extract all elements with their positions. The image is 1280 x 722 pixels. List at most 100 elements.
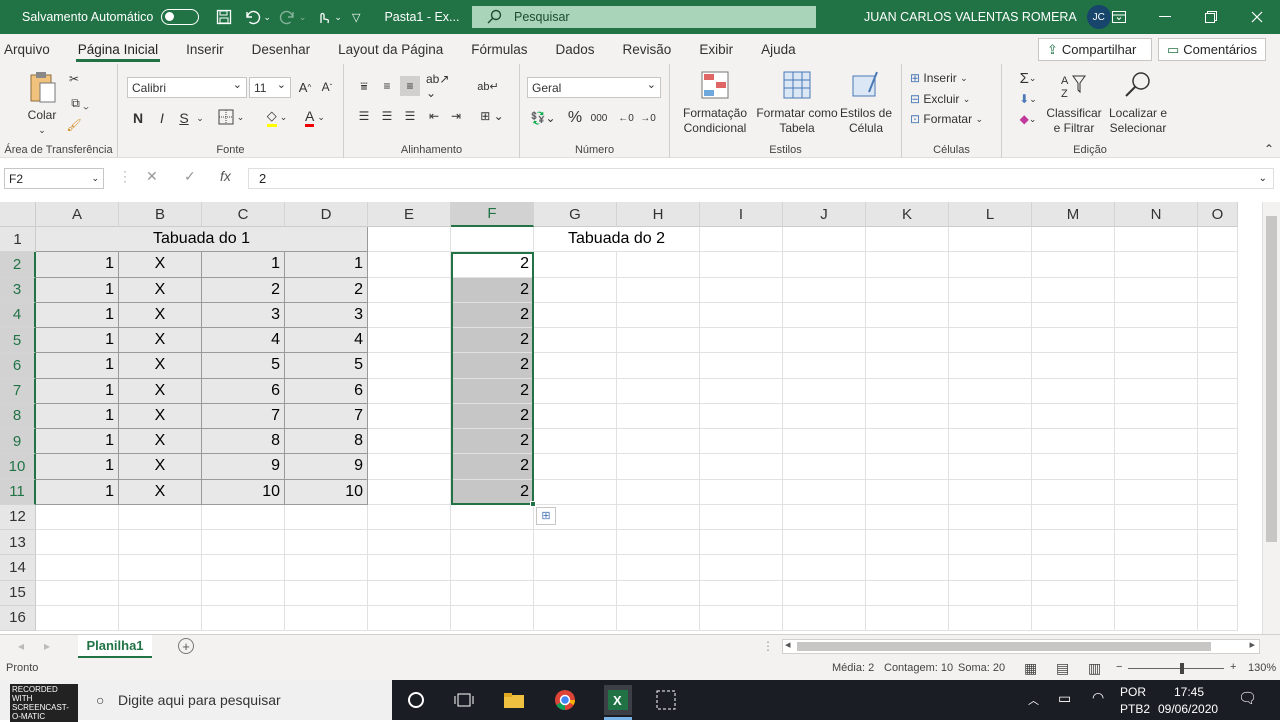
cell-b4[interactable]: X — [119, 302, 202, 328]
cell-n5[interactable] — [1115, 328, 1198, 354]
font-size-dropdown[interactable]: 11 — [249, 77, 291, 98]
tab-dados[interactable]: Dados — [542, 34, 609, 64]
prev-sheet-icon[interactable]: ◂ — [18, 639, 24, 653]
cell-o4[interactable] — [1198, 302, 1238, 328]
cell-i6[interactable] — [700, 353, 783, 379]
cell-g9[interactable] — [534, 429, 617, 455]
share-button[interactable]: ⇪ Compartilhar — [1038, 38, 1152, 61]
save-icon[interactable] — [213, 6, 235, 28]
cell-h4[interactable] — [617, 302, 700, 328]
font-color-button[interactable]: A ⌄ — [300, 107, 330, 127]
italic-button[interactable]: I — [154, 108, 170, 128]
cell-c15[interactable] — [202, 580, 285, 606]
cell-i3[interactable] — [700, 277, 783, 303]
row-header-10[interactable]: 10 — [0, 454, 36, 480]
cell-k9[interactable] — [866, 429, 949, 455]
cell-b5[interactable]: X — [119, 328, 202, 354]
cell-b6[interactable]: X — [119, 353, 202, 379]
cell-c8[interactable]: 7 — [202, 403, 285, 429]
cell-j1[interactable] — [783, 227, 866, 253]
clear-icon[interactable]: ◆ ⌄ — [1014, 110, 1042, 128]
find-select-button[interactable]: Localizar e Selecionar — [1102, 70, 1174, 136]
cell-k14[interactable] — [866, 555, 949, 581]
grow-font-icon[interactable]: A ^ — [296, 78, 314, 96]
scroll-right-icon[interactable]: ▸ — [1249, 638, 1255, 651]
decrease-decimal-icon[interactable]: →0 — [638, 108, 658, 128]
cell-c16[interactable] — [202, 605, 285, 631]
cell-g2[interactable] — [534, 252, 617, 278]
cell-o13[interactable] — [1198, 530, 1238, 556]
cell-m4[interactable] — [1032, 302, 1115, 328]
underline-dropdown-icon[interactable]: ⌄ — [194, 108, 206, 128]
cell-c3[interactable]: 2 — [202, 277, 285, 303]
shrink-font-icon[interactable]: Aˇ — [318, 78, 336, 96]
column-header-i[interactable]: I — [700, 202, 783, 227]
cell-d4[interactable]: 3 — [285, 302, 368, 328]
enter-icon[interactable]: ✓ — [184, 168, 196, 185]
cell-m10[interactable] — [1032, 454, 1115, 480]
cell-k10[interactable] — [866, 454, 949, 480]
cell-g8[interactable] — [534, 403, 617, 429]
cell-m5[interactable] — [1032, 328, 1115, 354]
cell-j13[interactable] — [783, 530, 866, 556]
cell-a12[interactable] — [36, 504, 119, 530]
cell-c14[interactable] — [202, 555, 285, 581]
cell-n1[interactable] — [1115, 227, 1198, 253]
cell-n12[interactable] — [1115, 504, 1198, 530]
cell-c11[interactable]: 10 — [202, 479, 285, 505]
row-header-1[interactable]: 1 — [0, 227, 36, 253]
cell-e15[interactable] — [368, 580, 451, 606]
cell-a14[interactable] — [36, 555, 119, 581]
cell-k12[interactable] — [866, 504, 949, 530]
sheet-tab-planilha1[interactable]: Planilha1 — [78, 635, 152, 659]
restore-button[interactable] — [1188, 0, 1234, 34]
cell-b9[interactable]: X — [119, 429, 202, 455]
cell-k6[interactable] — [866, 353, 949, 379]
row-header-5[interactable]: 5 — [0, 328, 36, 354]
column-header-e[interactable]: E — [368, 202, 451, 227]
cell-i11[interactable] — [700, 479, 783, 505]
row-header-12[interactable]: 12 — [0, 504, 36, 530]
cell-a16[interactable] — [36, 605, 119, 631]
horizontal-scroll-thumb[interactable] — [797, 642, 1211, 651]
cell-n16[interactable] — [1115, 605, 1198, 631]
cell-b3[interactable]: X — [119, 277, 202, 303]
column-header-o[interactable]: O — [1198, 202, 1238, 227]
count-status[interactable]: Contagem: 10 — [884, 662, 953, 674]
add-sheet-icon[interactable]: + — [178, 638, 194, 654]
sort-filter-button[interactable]: AZ Classificar e Filtrar — [1044, 70, 1104, 136]
row-header-7[interactable]: 7 — [0, 378, 36, 404]
notifications-icon[interactable]: 🗨 — [1238, 689, 1257, 707]
minimize-button[interactable] — [1142, 0, 1188, 34]
cell-e5[interactable] — [368, 328, 451, 354]
cell-o2[interactable] — [1198, 252, 1238, 278]
cell-j6[interactable] — [783, 353, 866, 379]
vertical-scrollbar[interactable] — [1262, 202, 1280, 634]
cell-c2[interactable]: 1 — [202, 252, 285, 278]
cell-l8[interactable] — [949, 403, 1032, 429]
align-top-icon[interactable]: ⩸ — [354, 76, 374, 96]
cell-g4[interactable] — [534, 302, 617, 328]
cell-e6[interactable] — [368, 353, 451, 379]
cell-h5[interactable] — [617, 328, 700, 354]
cell-h16[interactable] — [617, 605, 700, 631]
row-header-16[interactable]: 16 — [0, 605, 36, 631]
cell-c10[interactable]: 9 — [202, 454, 285, 480]
underline-button[interactable]: S — [176, 108, 192, 128]
cell-o10[interactable] — [1198, 454, 1238, 480]
cell-j12[interactable] — [783, 504, 866, 530]
zoom-slider-thumb[interactable] — [1180, 663, 1184, 674]
cell-l5[interactable] — [949, 328, 1032, 354]
cell-b8[interactable]: X — [119, 403, 202, 429]
cell-a13[interactable] — [36, 530, 119, 556]
autofill-options-icon[interactable]: ⊞ — [536, 506, 556, 525]
cell-m7[interactable] — [1032, 378, 1115, 404]
cell-i9[interactable] — [700, 429, 783, 455]
column-header-f[interactable]: F — [451, 202, 534, 227]
cell-m9[interactable] — [1032, 429, 1115, 455]
delete-cells-button[interactable]: ⊟ Excluir ⌄ — [910, 90, 970, 108]
task-view-icon[interactable] — [452, 688, 476, 712]
cell-e4[interactable] — [368, 302, 451, 328]
cell-k15[interactable] — [866, 580, 949, 606]
cell-a3[interactable]: 1 — [36, 277, 119, 303]
